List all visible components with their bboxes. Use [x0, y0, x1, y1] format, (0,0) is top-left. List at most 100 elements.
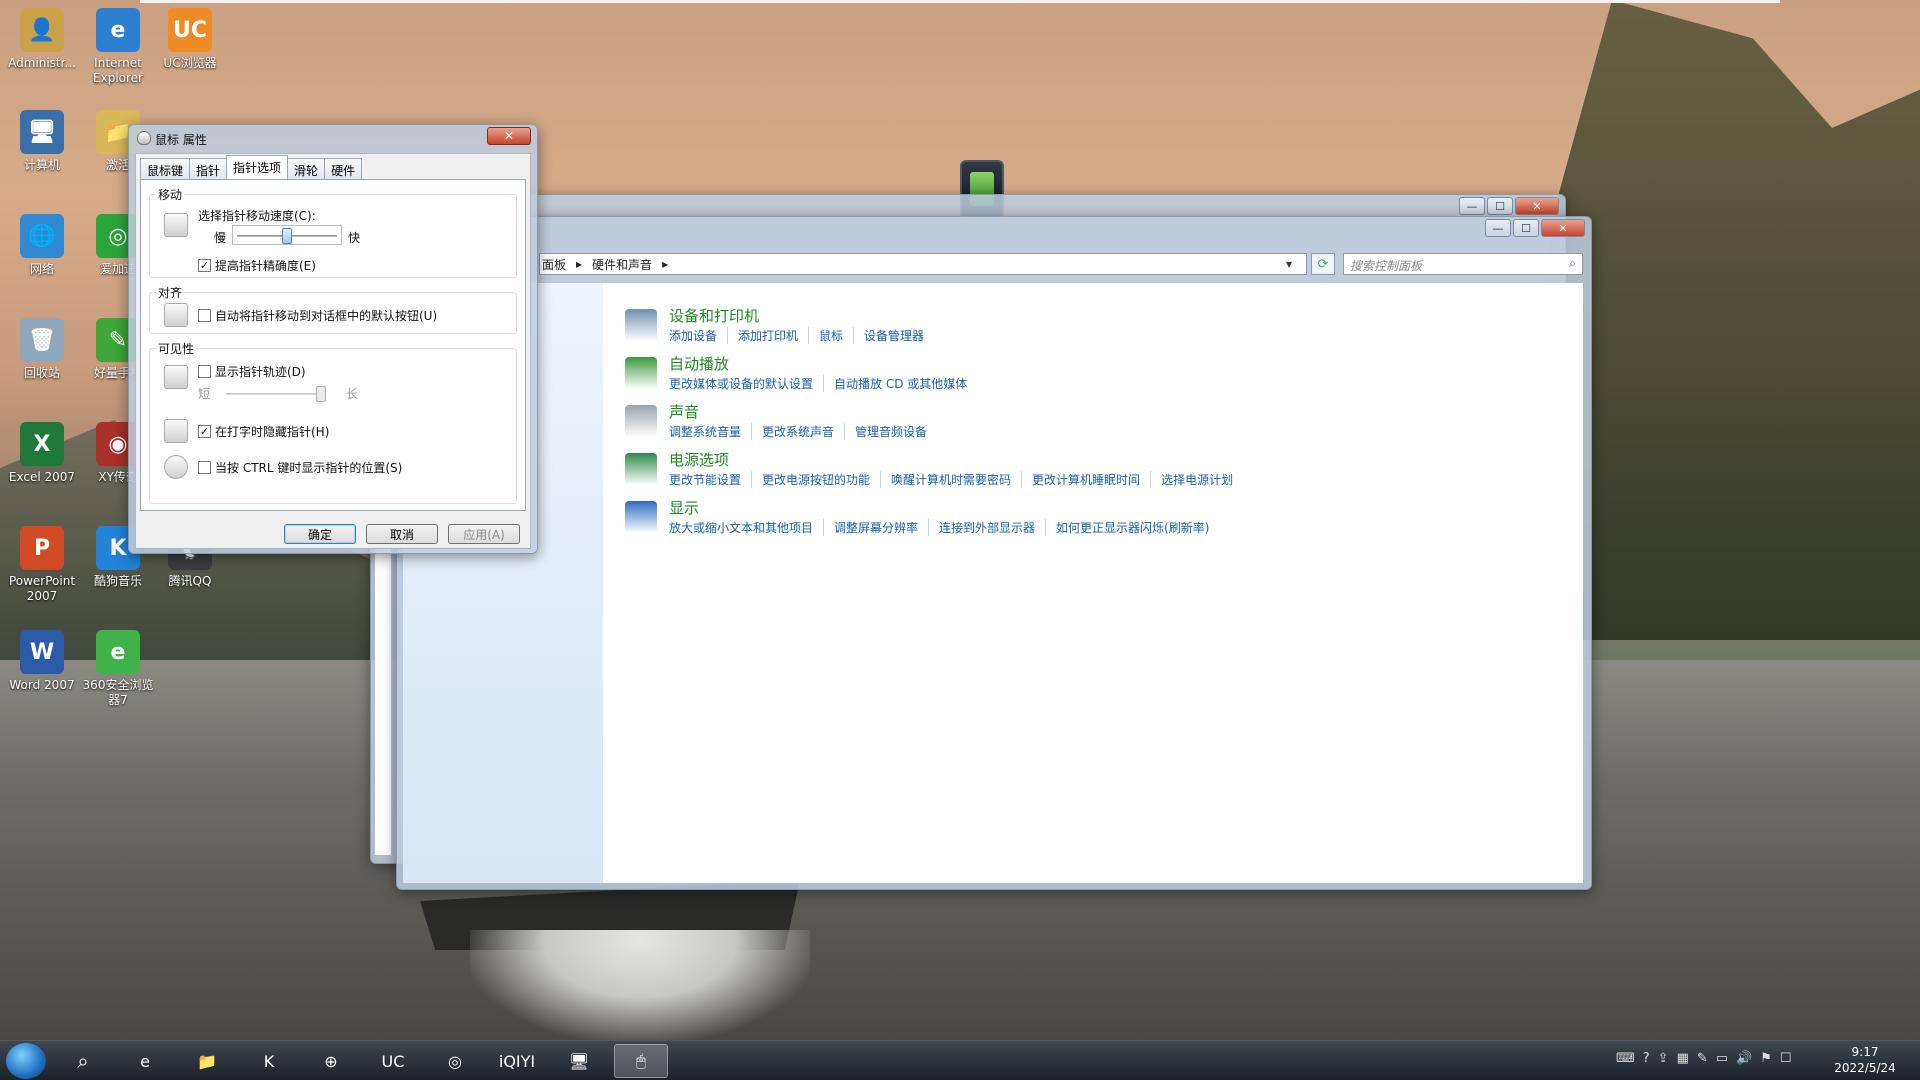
- dialog-tab[interactable]: 硬件: [324, 158, 363, 179]
- category-task-link[interactable]: 调整系统音量: [669, 423, 751, 440]
- category-task-link[interactable]: 管理音频设备: [844, 423, 937, 440]
- start-button[interactable]: [6, 1043, 46, 1079]
- desktop-icon[interactable]: P PowerPoint 2007: [4, 526, 80, 604]
- category-task-link[interactable]: 放大或缩小文本和其他项目: [669, 519, 823, 536]
- category-icon[interactable]: [625, 309, 657, 341]
- category-task-link[interactable]: 更改计算机睡眠时间: [1021, 471, 1150, 488]
- close-button[interactable]: ✕: [1541, 219, 1585, 237]
- category-task-link[interactable]: 连接到外部显示器: [928, 519, 1045, 536]
- tray-icon[interactable]: ⌨: [1616, 1051, 1635, 1066]
- category-task-link[interactable]: 设备管理器: [853, 327, 934, 344]
- tray-icon[interactable]: 🔊: [1736, 1051, 1752, 1066]
- minimize-button[interactable]: —: [1459, 197, 1485, 215]
- hide-while-typing-option[interactable]: ✓ 在打字时隐藏指针(H): [198, 423, 329, 440]
- category-icon[interactable]: [625, 501, 657, 533]
- tray-icon[interactable]: ☐: [1780, 1051, 1792, 1066]
- category-task-link[interactable]: 唤醒计算机时需要密码: [880, 471, 1021, 488]
- category-title-link[interactable]: 设备和打印机: [669, 305, 759, 326]
- breadcrumb-separator[interactable]: ▸: [662, 257, 668, 271]
- maximize-button[interactable]: ☐: [1513, 219, 1539, 237]
- show-location-checkbox[interactable]: [198, 461, 211, 474]
- dialog-close-button[interactable]: ✕: [487, 127, 531, 145]
- category-task-link[interactable]: 鼠标: [808, 327, 853, 344]
- ok-button[interactable]: 确定: [284, 524, 356, 544]
- category-task-link[interactable]: 添加打印机: [727, 327, 808, 344]
- taskbar-app-button[interactable]: K: [242, 1044, 296, 1078]
- desktop-icon[interactable]: UC UC浏览器: [152, 8, 228, 71]
- taskbar-app-button[interactable]: 🖱: [614, 1044, 668, 1078]
- category-task-link[interactable]: 自动播放 CD 或其他媒体: [823, 375, 977, 392]
- tray-icon[interactable]: ✎: [1697, 1051, 1708, 1066]
- breadcrumb-item[interactable]: 硬件和声音: [592, 256, 652, 273]
- address-bar[interactable]: 面板 ▸ 硬件和声音 ▸ ▾: [539, 253, 1307, 275]
- clock[interactable]: 9:17 2022/5/24: [1830, 1044, 1900, 1076]
- control-panel-window[interactable]: — ☐ ✕ 面板 ▸ 硬件和声音 ▸ ▾ ⟳ 搜索控制面板 ⌕ 设备和打印机 添加…: [396, 216, 1592, 890]
- trail-length-slider-thumb[interactable]: [316, 386, 326, 402]
- apply-button[interactable]: 应用(A): [448, 524, 520, 544]
- snap-to-default-option[interactable]: 自动将指针移动到对话框中的默认按钮(U): [198, 307, 437, 324]
- category-task-link[interactable]: 添加设备: [669, 327, 727, 344]
- category-task-link[interactable]: 更改媒体或设备的默认设置: [669, 375, 823, 392]
- enhance-precision-checkbox[interactable]: ✓: [198, 259, 211, 272]
- taskbar-search-icon[interactable]: ⌕: [56, 1044, 110, 1078]
- category-title-link[interactable]: 声音: [669, 401, 699, 422]
- dialog-tab[interactable]: 鼠标键: [140, 158, 191, 179]
- desktop-icon[interactable]: 🌐 网络: [4, 214, 80, 277]
- category-title-link[interactable]: 自动播放: [669, 353, 729, 374]
- taskbar-app-button[interactable]: UC: [366, 1044, 420, 1078]
- tray-icon[interactable]: ▦: [1677, 1051, 1689, 1066]
- address-dropdown-icon[interactable]: ▾: [1286, 257, 1292, 271]
- taskbar-app-button[interactable]: iQIYI: [490, 1044, 544, 1078]
- taskbar-app-button[interactable]: ⊕: [304, 1044, 358, 1078]
- category-task-link[interactable]: 更改节能设置: [669, 471, 751, 488]
- category-icon[interactable]: [625, 453, 657, 485]
- pointer-trails-checkbox[interactable]: [198, 365, 211, 378]
- desktop-icon[interactable]: e 360安全浏览器7: [80, 630, 156, 708]
- cancel-button[interactable]: 取消: [366, 524, 438, 544]
- category-title-link[interactable]: 电源选项: [669, 449, 729, 470]
- dialog-tab[interactable]: 滑轮: [287, 158, 326, 179]
- taskbar-app-button[interactable]: 📁: [180, 1044, 234, 1078]
- close-button[interactable]: ✕: [1515, 197, 1559, 215]
- desktop-icon[interactable]: 🖥 计算机: [4, 110, 80, 173]
- taskbar-app-button[interactable]: ◎: [428, 1044, 482, 1078]
- category-icon[interactable]: [625, 357, 657, 389]
- refresh-button[interactable]: ⟳: [1311, 253, 1335, 275]
- maximize-button[interactable]: ☐: [1487, 197, 1513, 215]
- desktop-icon[interactable]: X Excel 2007: [4, 422, 80, 485]
- category-icon[interactable]: [625, 405, 657, 437]
- hide-while-typing-checkbox[interactable]: ✓: [198, 425, 211, 438]
- taskbar-app-button[interactable]: 🖥: [552, 1044, 606, 1078]
- trail-length-slider[interactable]: [226, 386, 326, 402]
- desktop-icon[interactable]: 👤 Administr...: [4, 8, 80, 71]
- speed-slider-thumb[interactable]: [282, 228, 292, 244]
- snap-to-default-checkbox[interactable]: [198, 309, 211, 322]
- desktop-icon[interactable]: 🗑 回收站: [4, 318, 80, 381]
- pointer-speed-icon: [164, 213, 188, 237]
- breadcrumb-separator[interactable]: ▸: [576, 257, 582, 271]
- search-icon[interactable]: ⌕: [1569, 256, 1576, 271]
- category-task-link[interactable]: 调整屏幕分辨率: [823, 519, 928, 536]
- dialog-tab[interactable]: 指针选项: [226, 155, 289, 179]
- tray-icon[interactable]: ⇪: [1658, 1051, 1669, 1066]
- desktop-icon[interactable]: e Internet Explorer: [80, 8, 156, 86]
- dialog-tab[interactable]: 指针: [189, 158, 228, 179]
- mouse-properties-dialog[interactable]: 鼠标 属性 ✕ 鼠标键 指针 指针选项 滑轮 硬件 移动 选择指针移动速度(C): 慢 …: [128, 124, 538, 554]
- search-input[interactable]: 搜索控制面板 ⌕: [1343, 253, 1583, 275]
- tray-icon[interactable]: ▭: [1716, 1051, 1728, 1066]
- speed-slider[interactable]: [237, 228, 337, 244]
- pointer-trails-option[interactable]: 显示指针轨迹(D): [198, 363, 306, 380]
- category-task-link[interactable]: 更改系统声音: [751, 423, 844, 440]
- tray-icon[interactable]: ⚑: [1760, 1051, 1772, 1066]
- desktop-icon[interactable]: W Word 2007: [4, 630, 80, 693]
- breadcrumb-item[interactable]: 面板: [542, 256, 566, 273]
- category-task-link[interactable]: 更改电源按钮的功能: [751, 471, 880, 488]
- show-location-option[interactable]: 当按 CTRL 键时显示指针的位置(S): [198, 459, 402, 476]
- category-task-link[interactable]: 如何更正显示器闪烁(刷新率): [1045, 519, 1219, 536]
- minimize-button[interactable]: —: [1485, 219, 1511, 237]
- taskbar-app-button[interactable]: e: [118, 1044, 172, 1078]
- category-title-link[interactable]: 显示: [669, 497, 699, 518]
- category-task-link[interactable]: 选择电源计划: [1150, 471, 1243, 488]
- enhance-precision-option[interactable]: ✓ 提高指针精确度(E): [198, 257, 316, 274]
- tray-icon[interactable]: ?: [1643, 1051, 1650, 1066]
